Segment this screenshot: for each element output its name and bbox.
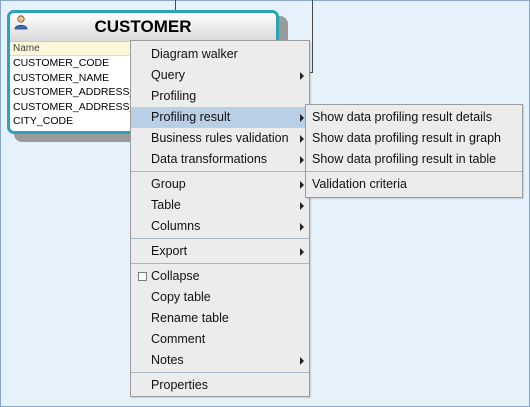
entity-header[interactable]: CUSTOMER xyxy=(10,13,276,42)
menu-item-label: Validation criteria xyxy=(312,177,407,191)
menu-item-group[interactable]: Group xyxy=(131,174,309,195)
menu-item-business-rules-validation[interactable]: Business rules validation xyxy=(131,128,309,149)
context-menu: Diagram walker Query Profiling Profiling… xyxy=(130,40,310,397)
chevron-right-icon xyxy=(300,181,304,189)
menu-item-label: Profiling xyxy=(151,89,197,103)
menu-item-label: Show data profiling result in table xyxy=(312,152,497,166)
menu-item-profiling-result[interactable]: Profiling result xyxy=(131,107,309,128)
menu-item-validation-criteria[interactable]: Validation criteria xyxy=(306,174,522,195)
menu-item-label: Collapse xyxy=(151,269,200,283)
menu-item-comment[interactable]: Comment xyxy=(131,329,309,350)
menu-item-label: Query xyxy=(151,68,186,82)
menu-item-export[interactable]: Export xyxy=(131,241,309,262)
menu-item-profiling[interactable]: Profiling xyxy=(131,86,309,107)
menu-item-label: Copy table xyxy=(151,290,211,304)
menu-item-rename-table[interactable]: Rename table xyxy=(131,308,309,329)
relationship-line xyxy=(312,0,313,72)
menu-item-data-transformations[interactable]: Data transformations xyxy=(131,149,309,170)
menu-item-label: Rename table xyxy=(151,311,229,325)
menu-item-show-profiling-table[interactable]: Show data profiling result in table xyxy=(306,149,522,170)
menu-item-label: Columns xyxy=(151,219,201,233)
checkbox-icon[interactable] xyxy=(138,272,147,281)
menu-item-columns[interactable]: Columns xyxy=(131,216,309,237)
menu-separator xyxy=(131,238,309,239)
chevron-right-icon xyxy=(300,114,304,122)
chevron-right-icon xyxy=(300,156,304,164)
menu-item-label: Properties xyxy=(151,378,208,392)
menu-item-diagram-walker[interactable]: Diagram walker xyxy=(131,44,309,65)
chevron-right-icon xyxy=(300,135,304,143)
menu-item-label: Table xyxy=(151,198,181,212)
menu-item-show-profiling-details[interactable]: Show data profiling result details xyxy=(306,107,522,128)
menu-item-copy-table[interactable]: Copy table xyxy=(131,287,309,308)
menu-item-label: Group xyxy=(151,177,186,191)
chevron-right-icon xyxy=(300,248,304,256)
menu-item-query[interactable]: Query xyxy=(131,65,309,86)
chevron-right-icon xyxy=(300,202,304,210)
relationship-line xyxy=(175,0,176,10)
menu-separator xyxy=(131,372,309,373)
menu-item-label: Diagram walker xyxy=(151,47,238,61)
menu-item-label: Business rules validation xyxy=(151,131,289,145)
menu-separator xyxy=(306,171,522,172)
chevron-right-icon xyxy=(300,357,304,365)
menu-separator xyxy=(131,263,309,264)
menu-item-notes[interactable]: Notes xyxy=(131,350,309,371)
chevron-right-icon xyxy=(300,223,304,231)
menu-item-label: Show data profiling result details xyxy=(312,110,492,124)
menu-item-label: Profiling result xyxy=(151,110,231,124)
entity-title: CUSTOMER xyxy=(94,17,192,36)
menu-item-label: Data transformations xyxy=(151,152,268,166)
menu-item-table[interactable]: Table xyxy=(131,195,309,216)
menu-item-properties[interactable]: Properties xyxy=(131,375,309,396)
chevron-right-icon xyxy=(300,72,304,80)
menu-item-collapse[interactable]: Collapse xyxy=(131,266,309,287)
menu-item-label: Notes xyxy=(151,353,184,367)
menu-separator xyxy=(131,171,309,172)
menu-item-label: Export xyxy=(151,244,188,258)
menu-item-label: Show data profiling result in graph xyxy=(312,131,502,145)
menu-item-label: Comment xyxy=(151,332,206,346)
menu-item-show-profiling-graph[interactable]: Show data profiling result in graph xyxy=(306,128,522,149)
profiling-result-submenu: Show data profiling result details Show … xyxy=(305,104,523,198)
